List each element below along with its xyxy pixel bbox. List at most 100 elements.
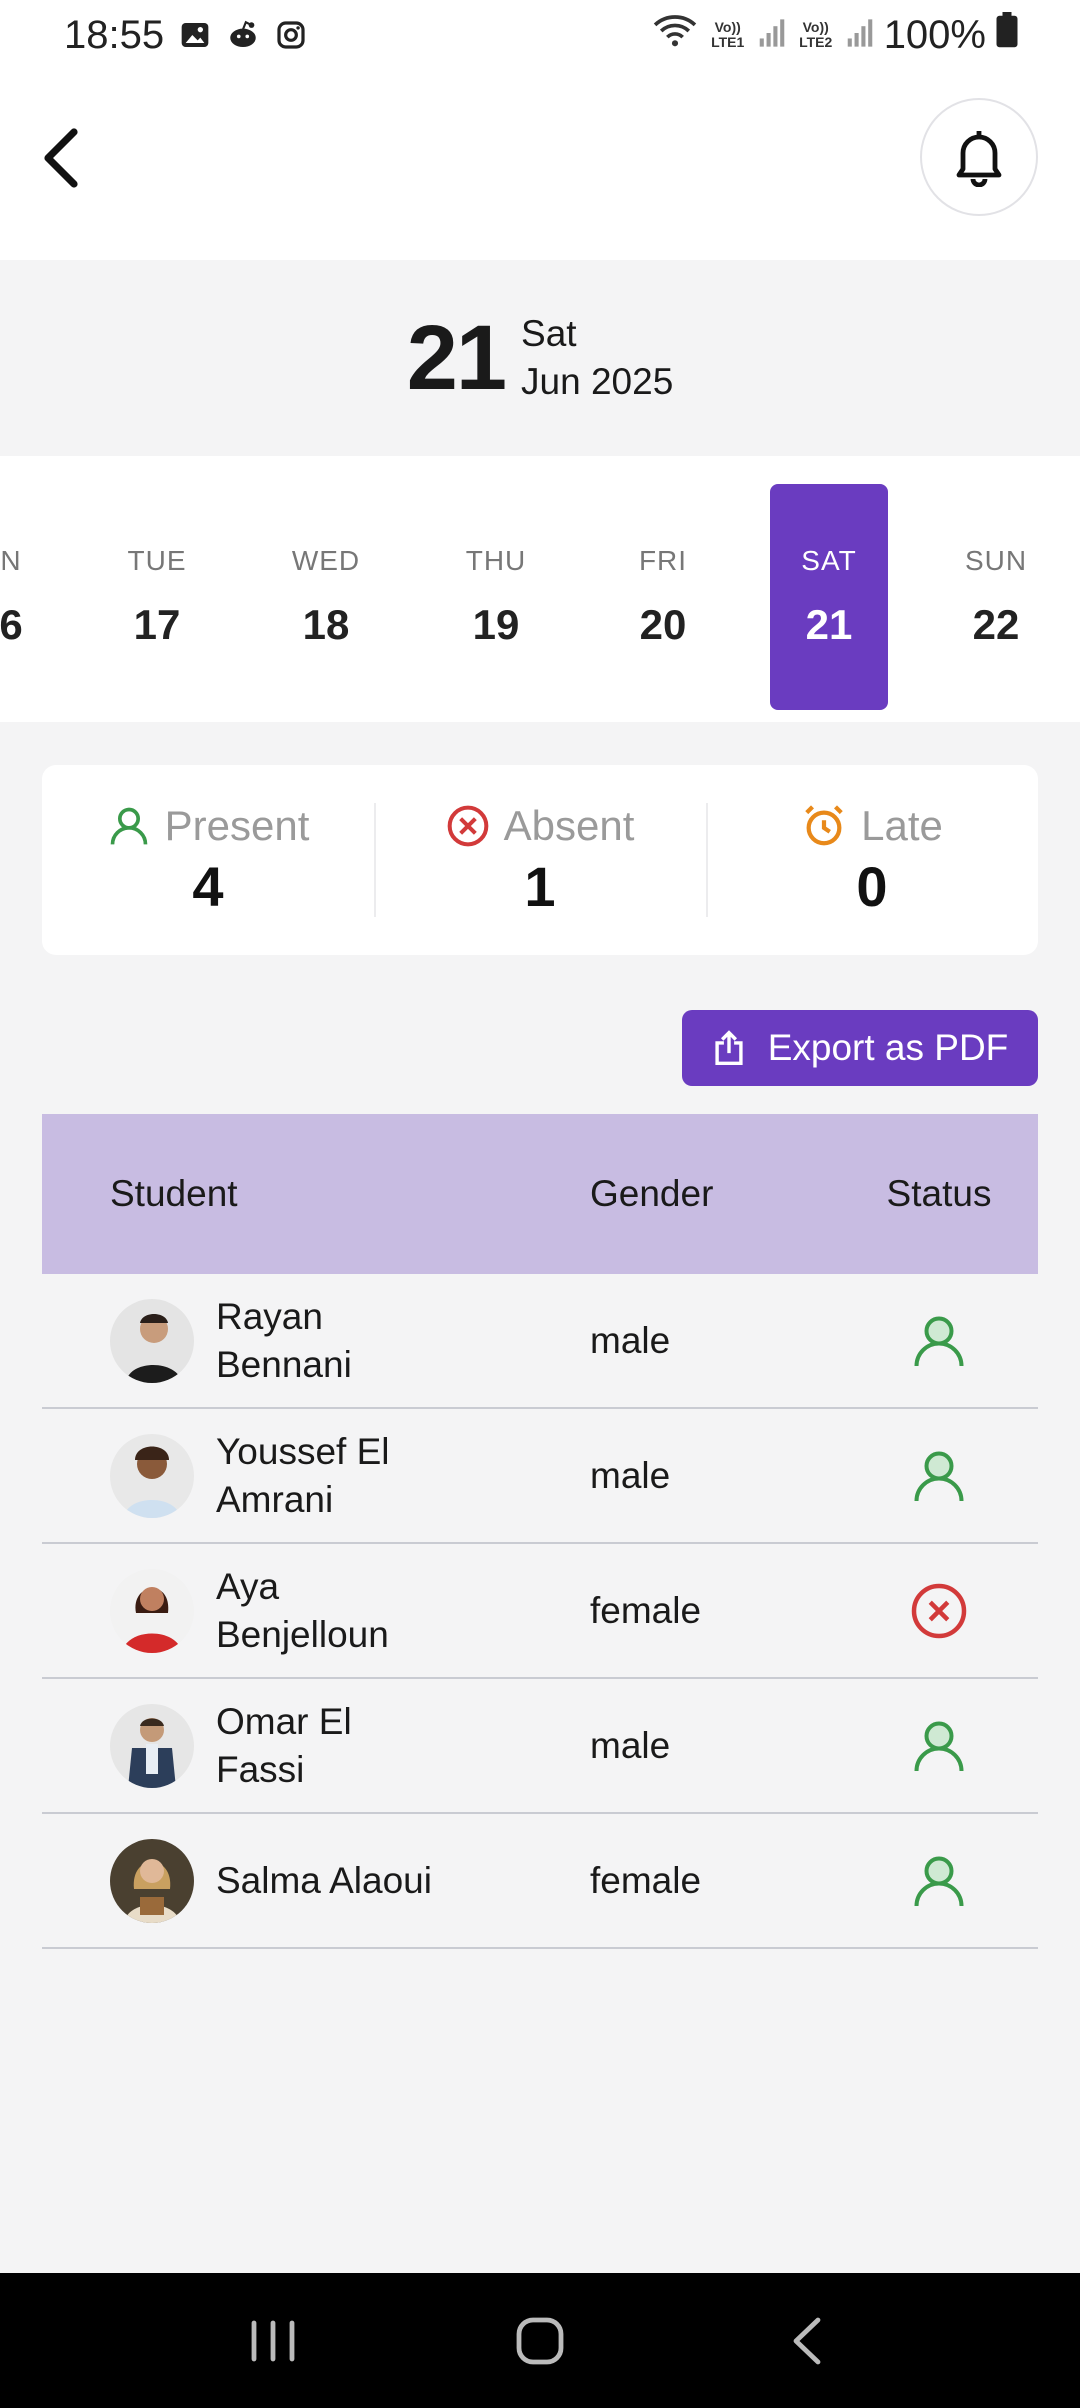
status-right: Vo)) LTE1 Vo)) LTE2 100% (652, 12, 1018, 58)
student-cell: Rayan Bennani (42, 1293, 566, 1389)
network-lte1-label: Vo)) LTE1 (711, 19, 745, 50)
summary-absent-label: Absent (503, 801, 635, 849)
table-row[interactable]: Aya Benjelloun female (42, 1544, 1038, 1679)
date-month-year: Jun 2025 (521, 361, 674, 402)
gallery-icon (178, 18, 212, 52)
status-cell (840, 1444, 1038, 1508)
header-student: Student (110, 1173, 238, 1214)
student-gender: male (590, 1454, 671, 1496)
instagram-icon (274, 18, 308, 52)
chevron-left-icon (44, 128, 78, 188)
absent-status-icon[interactable] (907, 1579, 971, 1643)
student-cell: Youssef El Amrani (42, 1428, 566, 1524)
table-row[interactable]: Youssef El Amrani male (42, 1409, 1038, 1544)
table-row[interactable]: Rayan Bennani male (42, 1274, 1038, 1409)
summary-present-head: Present (107, 801, 310, 850)
week-day-wed[interactable]: WED 18 (267, 484, 385, 710)
avatar (110, 1703, 194, 1788)
recent-apps-button[interactable] (223, 2291, 323, 2391)
present-status-icon[interactable] (907, 1309, 971, 1373)
export-pdf-button[interactable]: Export as PDF (682, 1010, 1038, 1086)
week-day-name: THU (465, 545, 527, 576)
status-left: 18:55 (64, 13, 308, 58)
date-day-number: 21 (406, 306, 507, 409)
summary-absent: Absent 1 (374, 765, 706, 955)
week-day-number: 22 (972, 601, 1020, 648)
student-name: Salma Alaoui (216, 1859, 432, 1901)
week-day-number: 17 (133, 601, 181, 648)
summary-present: Present 4 (42, 765, 374, 955)
week-day-fri[interactable]: FRI 20 (604, 484, 722, 710)
bell-icon (956, 131, 1002, 187)
student-name: Youssef El Amrani (216, 1430, 390, 1520)
student-name: Rayan Bennani (216, 1295, 352, 1385)
status-bar: 18:55 Vo)) LTE1 Vo)) LTE2 100% (0, 0, 1080, 70)
student-gender: female (590, 1859, 702, 1901)
week-day-name: N (0, 545, 22, 576)
header-gender: Gender (590, 1173, 714, 1214)
student-cell: Omar El Fassi (42, 1698, 566, 1794)
week-day-number: 20 (639, 601, 687, 648)
week-day-mon[interactable]: N 6 (0, 484, 23, 710)
week-day-thu[interactable]: THU 19 (437, 484, 555, 710)
table-row[interactable]: Omar El Fassi male (42, 1679, 1038, 1814)
summary-absent-head: Absent (446, 801, 635, 850)
student-cell: Salma Alaoui (42, 1838, 566, 1923)
present-icon (110, 807, 147, 844)
recent-apps-icon (251, 2320, 295, 2361)
status-cell (840, 1309, 1038, 1373)
app-header (0, 70, 1080, 260)
summary-late-value: 0 (856, 854, 888, 918)
export-pdf-label: Export as PDF (767, 1027, 1009, 1068)
notifications-button[interactable] (920, 98, 1038, 216)
student-gender: female (590, 1589, 702, 1631)
student-gender: male (590, 1724, 671, 1766)
summary-late-head: Late (801, 802, 943, 850)
summary-late: Late 0 (706, 765, 1038, 955)
summary-present-value: 4 (192, 854, 224, 918)
week-day-name: TUE (127, 545, 187, 576)
status-cell (840, 1714, 1038, 1778)
back-button[interactable] (30, 118, 90, 198)
week-day-tue[interactable]: TUE 17 (98, 484, 216, 710)
attendance-summary: Present 4 Absent 1 Late 0 (42, 765, 1038, 955)
avatar (110, 1568, 194, 1653)
home-button[interactable] (490, 2291, 590, 2391)
week-day-name: WED (291, 545, 361, 576)
status-time: 18:55 (64, 12, 165, 57)
alarm-clock-icon (805, 804, 843, 845)
system-nav-bar (0, 2273, 1080, 2408)
week-day-sat[interactable]: SAT 21 (770, 484, 888, 710)
week-day-sun[interactable]: SUN 22 (937, 484, 1055, 710)
battery-icon (996, 12, 1018, 58)
avatar (110, 1298, 194, 1383)
status-cell (840, 1849, 1038, 1913)
student-name: Aya Benjelloun (216, 1565, 389, 1655)
summary-late-label: Late (861, 801, 943, 849)
week-day-name: FRI (638, 545, 688, 576)
home-icon (516, 2317, 564, 2364)
present-status-icon[interactable] (907, 1849, 971, 1913)
student-name: Omar El Fassi (216, 1700, 352, 1790)
summary-absent-value: 1 (524, 854, 556, 918)
present-status-icon[interactable] (907, 1714, 971, 1778)
student-gender: male (590, 1319, 671, 1361)
week-day-name: SAT (801, 545, 857, 576)
system-back-button[interactable] (757, 2291, 857, 2391)
present-status-icon[interactable] (907, 1444, 971, 1508)
avatar (110, 1838, 194, 1923)
week-day-number: 18 (302, 601, 350, 648)
signal-icon-2 (846, 13, 874, 58)
status-cell (840, 1579, 1038, 1643)
reddit-icon (226, 18, 260, 52)
network-lte2-label: Vo)) LTE2 (799, 19, 833, 50)
summary-present-label: Present (164, 801, 310, 849)
wifi-icon (652, 13, 698, 58)
week-day-name: SUN (964, 545, 1028, 576)
battery-percent: 100% (883, 12, 986, 57)
week-day-number: 21 (805, 601, 853, 648)
table-row[interactable]: Salma Alaoui female (42, 1814, 1038, 1949)
absent-icon (447, 805, 488, 846)
date-meta: Sat Jun 2025 (521, 310, 673, 406)
attendance-table: Student Gender Status Rayan Bennani male… (42, 1114, 1038, 1949)
